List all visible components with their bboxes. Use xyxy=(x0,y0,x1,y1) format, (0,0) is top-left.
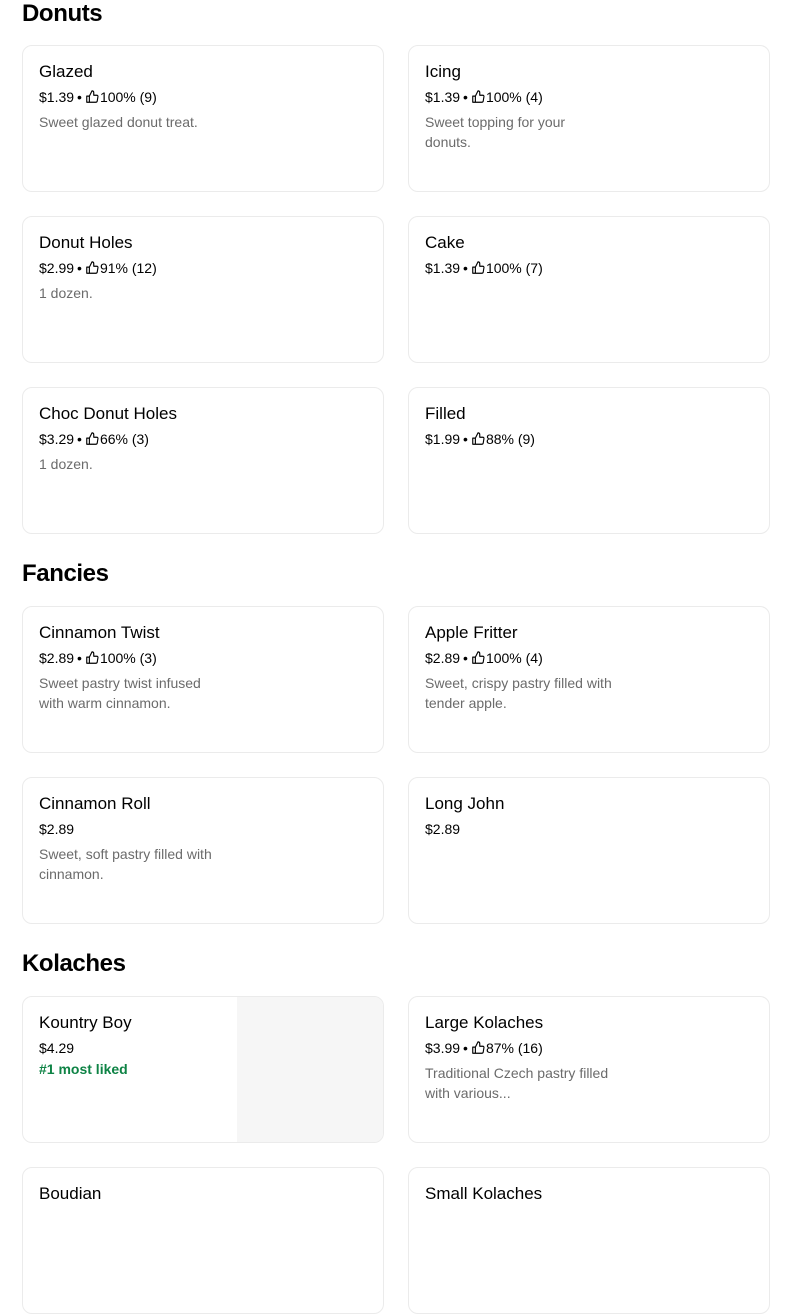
item-meta: $1.39 • 100% (7) xyxy=(425,260,543,276)
item-price: $3.99 xyxy=(425,1040,461,1056)
item-description: 1 dozen. xyxy=(39,285,93,301)
thumbs-up-icon xyxy=(86,90,99,103)
item-price: $1.39 xyxy=(39,89,75,105)
menu-item-card-small-kolaches[interactable]: Small Kolaches xyxy=(408,1167,770,1314)
section-title-fancies: Fancies xyxy=(22,560,109,587)
item-price: $2.89 xyxy=(39,821,75,837)
item-description: Sweet pastry twist infused with warm cin… xyxy=(39,675,201,711)
item-name: Small Kolaches xyxy=(425,1184,543,1203)
menu-item-card-icing[interactable]: Icing $1.39 • 100% (4) Sweet topping for … xyxy=(408,45,770,192)
item-rating: 66% (3) xyxy=(99,431,149,447)
item-meta: $1.39 • 100% (9) xyxy=(39,89,157,105)
menu-item-card-choc-donut-holes[interactable]: Choc Donut Holes $3.29 • 66% (3) 1 dozen. xyxy=(22,387,384,534)
item-meta: $2.89 • 100% (3) xyxy=(39,650,157,666)
item-name: Kountry Boy xyxy=(39,1013,132,1032)
item-meta: $4.29 xyxy=(39,1040,74,1056)
menu-item-card-apple-fritter[interactable]: Apple Fritter $2.89 • 100% (4) Sweet, cri… xyxy=(408,606,770,753)
item-price: $4.29 xyxy=(39,1040,75,1056)
item-description: Sweet glazed donut treat. xyxy=(39,114,198,130)
thumbs-up-icon xyxy=(86,651,99,664)
item-name: Filled xyxy=(425,404,466,423)
item-price: $3.29 xyxy=(39,431,75,447)
item-name: Boudian xyxy=(39,1184,102,1203)
thumbs-up-icon xyxy=(472,261,485,274)
item-rating: 100% (4) xyxy=(485,89,543,105)
item-description: 1 dozen. xyxy=(39,456,93,472)
menu-item-card-glazed[interactable]: Glazed $1.39 • 100% (9) Sweet glazed donu… xyxy=(22,45,384,192)
menu-item-card-cake[interactable]: Cake $1.39 • 100% (7) xyxy=(408,216,770,363)
most-liked-badge: #1 most liked xyxy=(39,1061,128,1077)
menu-item-card-cinnamon-twist[interactable]: Cinnamon Twist $2.89 • 100% (3) Sweet pas… xyxy=(22,606,384,753)
item-meta: $2.89 xyxy=(39,821,74,837)
item-rating: 91% (12) xyxy=(99,260,157,276)
item-meta: $2.89 xyxy=(425,821,460,837)
thumbs-up-icon xyxy=(472,90,485,103)
item-name: Large Kolaches xyxy=(425,1013,544,1032)
item-price: $1.39 xyxy=(425,260,461,276)
item-meta: $3.29 • 66% (3) xyxy=(39,431,149,447)
menu-item-card-long-john[interactable]: Long John $2.89 xyxy=(408,777,770,924)
item-description: Sweet, crispy pastry filled with tender … xyxy=(425,675,612,711)
menu-item-card-filled[interactable]: Filled $1.99 • 88% (9) xyxy=(408,387,770,534)
item-price: $2.89 xyxy=(39,650,75,666)
thumbs-up-icon xyxy=(472,1041,485,1054)
item-description: Sweet topping for your donuts. xyxy=(425,114,566,150)
item-price: $2.89 xyxy=(425,821,461,837)
item-rating: 88% (9) xyxy=(485,431,535,447)
item-price: $2.99 xyxy=(39,260,75,276)
thumbs-up-icon xyxy=(472,432,485,445)
item-rating: 87% (16) xyxy=(485,1040,543,1056)
item-name: Choc Donut Holes xyxy=(39,404,177,423)
item-description: Traditional Czech pastry filled with var… xyxy=(425,1065,609,1101)
item-name: Cake xyxy=(425,233,465,252)
item-rating: 100% (4) xyxy=(485,650,543,666)
item-name: Icing xyxy=(425,62,461,81)
item-price: $2.89 xyxy=(425,650,461,666)
item-meta: $1.99 • 88% (9) xyxy=(425,431,535,447)
thumbs-up-icon xyxy=(86,432,99,445)
menu-item-card-large-kolaches[interactable]: Large Kolaches $3.99 • 87% (16) Tradition… xyxy=(408,996,770,1143)
item-meta: $3.99 • 87% (16) xyxy=(425,1040,543,1056)
item-rating: 100% (3) xyxy=(99,650,157,666)
item-price: $1.39 xyxy=(425,89,461,105)
section-title-kolaches: Kolaches xyxy=(22,950,126,977)
menu-item-card-donut-holes[interactable]: Donut Holes $2.99 • 91% (12) 1 dozen. xyxy=(22,216,384,363)
item-name: Glazed xyxy=(39,62,93,81)
item-name: Long John xyxy=(425,794,505,813)
item-meta: $1.39 • 100% (4) xyxy=(425,89,543,105)
item-name: Apple Fritter xyxy=(425,623,518,642)
thumbs-up-icon xyxy=(472,651,485,664)
item-price: $1.99 xyxy=(425,431,461,447)
item-rating: 100% (7) xyxy=(485,260,543,276)
item-name: Cinnamon Roll xyxy=(39,794,151,813)
item-rating: 100% (9) xyxy=(99,89,157,105)
thumbs-up-icon xyxy=(86,261,99,274)
section-title-donuts: Donuts xyxy=(22,0,103,27)
item-name: Cinnamon Twist xyxy=(39,623,160,642)
item-meta: $2.89 • 100% (4) xyxy=(425,650,543,666)
menu-item-card-boudian[interactable]: Boudian xyxy=(22,1167,384,1314)
item-description: Sweet, soft pastry filled with cinnamon. xyxy=(39,846,212,882)
item-meta: $2.99 • 91% (12) xyxy=(39,260,157,276)
menu-item-card-cinnamon-roll[interactable]: Cinnamon Roll $2.89 Sweet, soft pastry f… xyxy=(22,777,384,924)
item-name: Donut Holes xyxy=(39,233,133,252)
item-image-placeholder xyxy=(237,997,383,1142)
menu-item-card-kountry-boy[interactable]: Kountry Boy $4.29 #1 most liked xyxy=(22,996,384,1143)
